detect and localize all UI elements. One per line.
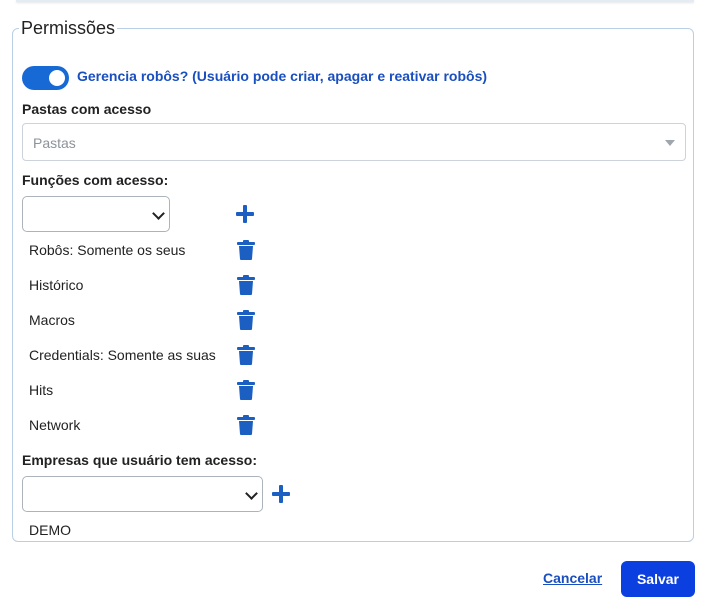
companies-label: Empresas que usuário tem acesso: bbox=[22, 452, 257, 468]
chevron-down-icon bbox=[152, 207, 165, 220]
delete-function-trash-icon[interactable] bbox=[237, 415, 255, 435]
manage-robots-toggle[interactable] bbox=[22, 66, 69, 90]
save-button[interactable]: Salvar bbox=[621, 561, 695, 597]
delete-function-trash-icon[interactable] bbox=[237, 345, 255, 365]
function-item-label: Hits bbox=[29, 382, 54, 398]
function-item-label: Histórico bbox=[29, 277, 84, 293]
caret-down-icon bbox=[665, 140, 675, 146]
delete-function-trash-icon[interactable] bbox=[237, 275, 255, 295]
company-item-label: DEMO bbox=[29, 522, 71, 538]
manage-robots-label: Gerencia robôs? (Usuário pode criar, apa… bbox=[77, 68, 488, 84]
companies-select[interactable] bbox=[22, 476, 263, 512]
delete-function-trash-icon[interactable] bbox=[237, 380, 255, 400]
function-item-label: Credentials: Somente as suas bbox=[29, 347, 216, 363]
add-company-plus-icon[interactable] bbox=[272, 485, 290, 503]
delete-function-trash-icon[interactable] bbox=[237, 310, 255, 330]
top-card-edge bbox=[16, 0, 694, 2]
functions-select[interactable] bbox=[22, 196, 170, 232]
toggle-knob bbox=[49, 70, 65, 86]
folders-placeholder: Pastas bbox=[33, 135, 76, 151]
function-item-label: Network bbox=[29, 417, 81, 433]
function-item-label: Robôs: Somente os seus bbox=[29, 242, 186, 258]
permissions-fieldset: Permissões Gerencia robôs? (Usuário pode… bbox=[12, 18, 694, 542]
functions-label: Funções com acesso: bbox=[22, 172, 169, 188]
function-item-label: Macros bbox=[29, 312, 75, 328]
folders-label: Pastas com acesso bbox=[22, 101, 152, 117]
cancel-button[interactable]: Cancelar bbox=[543, 570, 602, 586]
delete-function-trash-icon[interactable] bbox=[237, 240, 255, 260]
chevron-down-icon bbox=[245, 487, 258, 500]
add-function-plus-icon[interactable] bbox=[236, 205, 254, 223]
permissions-legend: Permissões bbox=[21, 18, 116, 38]
folders-select[interactable]: Pastas bbox=[22, 123, 686, 161]
